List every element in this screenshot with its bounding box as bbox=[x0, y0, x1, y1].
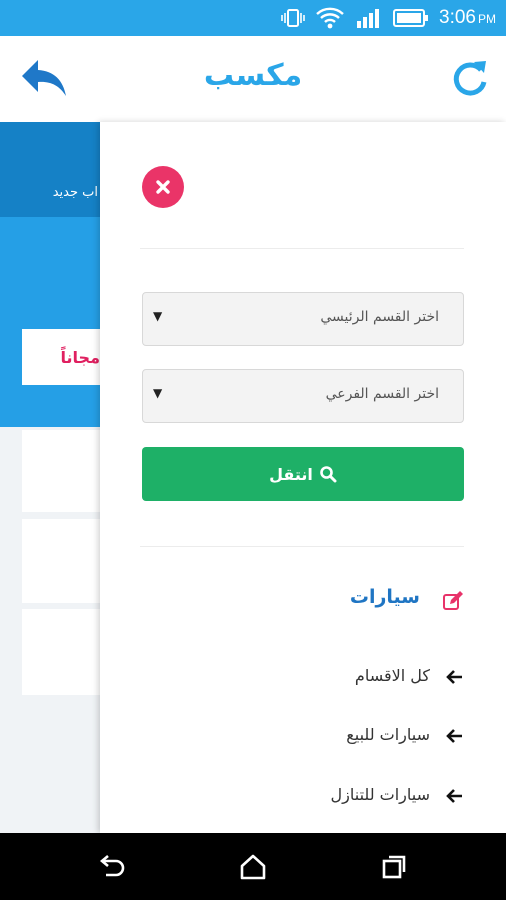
category-drawer: اختر القسم الرئيسي ▼ اختر القسم الفرعي ▼… bbox=[100, 122, 506, 833]
refresh-icon bbox=[453, 61, 487, 96]
go-button-label: انتقل bbox=[269, 464, 313, 484]
arrow-left-icon bbox=[446, 789, 462, 803]
close-button[interactable] bbox=[142, 166, 184, 208]
recents-icon bbox=[382, 855, 406, 879]
status-icons: 3:06 PM bbox=[281, 0, 496, 36]
main-category-select[interactable]: اختر القسم الرئيسي ▼ bbox=[142, 292, 464, 346]
nav-back-button[interactable] bbox=[96, 851, 128, 883]
close-icon bbox=[156, 180, 170, 194]
signal-icon bbox=[357, 9, 380, 28]
divider bbox=[140, 546, 464, 547]
app-title: مكسب bbox=[203, 58, 303, 93]
nav-recents-button[interactable] bbox=[378, 851, 410, 883]
sub-category-select[interactable]: اختر القسم الفرعي ▼ bbox=[142, 369, 464, 423]
nav-home-button[interactable] bbox=[237, 851, 269, 883]
background-card[interactable] bbox=[22, 430, 100, 512]
background-screen: اب جديد مجاناً bbox=[0, 122, 100, 833]
dropdown-arrow-icon: ▼ bbox=[153, 309, 163, 323]
battery-icon bbox=[393, 9, 429, 27]
divider bbox=[140, 248, 464, 249]
refresh-button[interactable] bbox=[450, 56, 490, 100]
status-time: 3:06 PM bbox=[439, 7, 496, 28]
home-icon bbox=[240, 854, 266, 880]
vibrate-icon bbox=[281, 9, 305, 27]
wifi-icon bbox=[316, 7, 344, 29]
free-label[interactable]: مجاناً bbox=[22, 329, 100, 385]
main-category-placeholder: اختر القسم الرئيسي bbox=[320, 309, 439, 325]
status-bar: 3:06 PM bbox=[0, 0, 506, 36]
edit-icon bbox=[443, 591, 463, 610]
app-bar: مكسب bbox=[0, 36, 506, 123]
nav-back-icon bbox=[99, 855, 125, 877]
dropdown-arrow-icon: ▼ bbox=[153, 386, 163, 400]
category-heading[interactable]: سيارات bbox=[142, 584, 464, 618]
background-card[interactable] bbox=[22, 609, 100, 695]
menu-item-label: كل الاقسام bbox=[354, 666, 430, 685]
new-account-link[interactable]: اب جديد bbox=[0, 185, 98, 200]
menu-item-cars-for-sale[interactable]: سيارات للبيع bbox=[142, 721, 464, 751]
menu-item-label: سيارات للتنازل bbox=[330, 785, 430, 804]
menu-item-cars-for-transfer[interactable]: سيارات للتنازل bbox=[142, 781, 464, 811]
background-card[interactable] bbox=[22, 519, 100, 603]
arrow-left-icon bbox=[446, 670, 462, 684]
background-header: اب جديد bbox=[0, 122, 100, 217]
menu-item-all-sections[interactable]: كل الاقسام bbox=[142, 662, 464, 692]
search-icon bbox=[320, 466, 337, 483]
arrow-left-icon bbox=[446, 729, 462, 743]
background-banner bbox=[0, 217, 100, 427]
category-title: سيارات bbox=[349, 586, 420, 608]
sub-category-placeholder: اختر القسم الفرعي bbox=[325, 386, 439, 402]
menu-item-label: سيارات للبيع bbox=[346, 725, 430, 744]
navigation-bar bbox=[0, 833, 506, 900]
go-button[interactable]: انتقل bbox=[142, 447, 464, 501]
